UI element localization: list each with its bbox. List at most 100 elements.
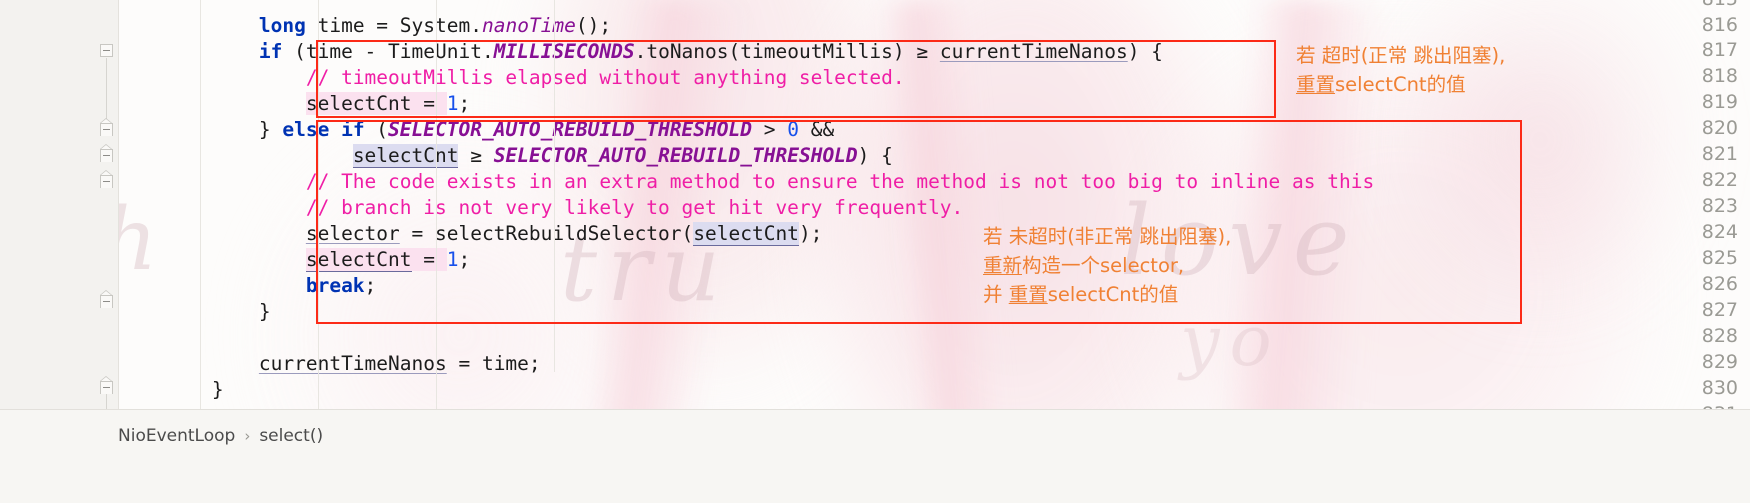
code-comment: // timeoutMillis elapsed without anythin… — [305, 66, 905, 89]
chevron-right-icon: › — [244, 427, 251, 445]
fold-toggle-icon[interactable] — [100, 118, 115, 138]
fold-range-line — [106, 58, 107, 123]
code-brace: } — [258, 118, 283, 141]
fold-toggle-icon[interactable] — [100, 290, 115, 310]
annotation-note-underlined: 重置 — [1296, 73, 1336, 96]
code-variable-highlighted: selectCnt — [305, 92, 412, 115]
code-comment: // branch is not very likely to get hit … — [305, 196, 964, 219]
breadcrumb-item-method[interactable]: select() — [259, 426, 323, 446]
code-text: ; — [364, 274, 377, 297]
annotation-note-line: selectCnt的值 — [1335, 73, 1466, 96]
code-operator-gte: ≥ — [916, 40, 929, 63]
code-line-829[interactable]: currentTimeNanos = time; — [118, 351, 541, 377]
annotation-note-timeout: 若 超时(正常 跳出阻塞), 重置selectCnt的值 — [1296, 41, 1505, 99]
code-field-reference: selector — [305, 222, 400, 245]
code-number-literal: 0 — [787, 118, 799, 141]
indent-guide — [436, 0, 437, 410]
code-number-literal: 1 — [446, 92, 459, 115]
gutter-divider — [118, 0, 119, 410]
indent-guide — [200, 0, 201, 410]
code-line-830[interactable]: } — [118, 377, 224, 403]
code-number-literal: 1 — [446, 248, 459, 271]
code-comment: // The code exists in an extra method to… — [305, 170, 1375, 193]
code-keyword: else if — [282, 118, 365, 141]
indent-guide — [554, 0, 555, 372]
code-line-822[interactable]: // The code exists in an extra method to… — [118, 169, 1374, 195]
code-field-reference: currentTimeNanos — [939, 40, 1128, 63]
code-editor-window: ith tru love yo 815 816 817 818 819 820 … — [0, 0, 1750, 503]
annotation-note-underlined: 重新 — [983, 254, 1023, 277]
code-text: ; — [458, 248, 471, 271]
breadcrumb-bar: NioEventLoop › select() — [0, 409, 1750, 503]
code-text: (time - TimeUnit. — [282, 40, 494, 63]
code-brace: } — [258, 300, 271, 323]
code-text: ); — [798, 222, 823, 245]
code-text: = selectRebuildSelector( — [399, 222, 694, 245]
code-brace: } — [211, 378, 224, 401]
annotation-note-line: 并 — [983, 283, 1009, 306]
fold-toggle-icon[interactable] — [100, 170, 115, 190]
annotation-note-line: 若 超时(正常 跳出阻塞), — [1296, 44, 1506, 67]
annotation-note-line: 若 未超时(非正常 跳出阻塞), — [983, 225, 1232, 248]
code-line-819[interactable]: selectCnt = 1; — [118, 91, 470, 117]
code-line-824[interactable]: selector = selectRebuildSelector(selectC… — [118, 221, 822, 247]
editor-gutter[interactable] — [0, 0, 118, 410]
breadcrumb-item-class[interactable]: NioEventLoop — [118, 426, 235, 446]
code-text: = — [411, 248, 447, 271]
code-text: ) { — [1127, 40, 1163, 63]
code-text: .toNanos(timeoutMillis) — [634, 40, 917, 63]
code-static-constant: SELECTOR_AUTO_REBUILD_THRESHOLD — [388, 118, 752, 141]
code-line-826[interactable]: break; — [118, 273, 376, 299]
code-line-820[interactable]: } else if (SELECTOR_AUTO_REBUILD_THRESHO… — [118, 117, 834, 143]
code-static-constant: MILLISECONDS — [493, 40, 635, 63]
indent-guide — [318, 0, 319, 410]
code-line-816[interactable]: long time = System.nanoTime(); — [118, 13, 611, 39]
code-text: (); — [575, 14, 612, 37]
code-keyword: break — [305, 274, 365, 297]
code-text: = — [411, 92, 447, 115]
annotation-note-underlined: 重置 — [1008, 283, 1048, 306]
code-text: ) { — [857, 144, 893, 167]
fold-toggle-icon[interactable] — [100, 376, 115, 396]
code-text: ; — [458, 92, 471, 115]
code-operator-gte: ≥ — [458, 144, 494, 167]
breadcrumb: NioEventLoop › select() — [118, 426, 323, 446]
code-text: && — [798, 118, 835, 141]
annotation-note-line: 构造一个selector, — [1022, 254, 1185, 277]
code-text: time = System. — [305, 14, 482, 37]
code-field-reference: currentTimeNanos — [258, 352, 447, 375]
code-line-827[interactable]: } — [118, 299, 271, 325]
code-line-821[interactable]: selectCnt ≥ SELECTOR_AUTO_REBUILD_THRESH… — [118, 143, 893, 169]
code-method-call: nanoTime — [481, 14, 576, 37]
annotation-note-rebuild: 若 未超时(非正常 跳出阻塞), 重新构造一个selector, 并 重置selec… — [983, 222, 1231, 309]
code-variable-highlighted: selectCnt — [305, 248, 412, 272]
code-text: = time; — [446, 352, 541, 375]
code-keyword: long — [258, 14, 306, 37]
code-line-817[interactable]: if (time - TimeUnit.MILLISECONDS.toNanos… — [118, 39, 1163, 65]
code-variable-highlighted: selectCnt — [352, 144, 459, 168]
code-static-constant: SELECTOR_AUTO_REBUILD_THRESHOLD — [493, 144, 858, 167]
annotation-note-line: selectCnt的值 — [1047, 283, 1179, 306]
fold-toggle-icon[interactable] — [100, 44, 115, 59]
code-line-818[interactable]: // timeoutMillis elapsed without anythin… — [118, 65, 905, 91]
code-text: > — [752, 118, 788, 141]
code-keyword: if — [258, 40, 283, 63]
code-text: ( — [364, 118, 389, 141]
code-line-823[interactable]: // branch is not very likely to get hit … — [118, 195, 963, 221]
code-line-825[interactable]: selectCnt = 1; — [118, 247, 470, 273]
fold-toggle-icon[interactable] — [100, 144, 115, 164]
code-variable-highlighted: selectCnt — [693, 222, 799, 246]
